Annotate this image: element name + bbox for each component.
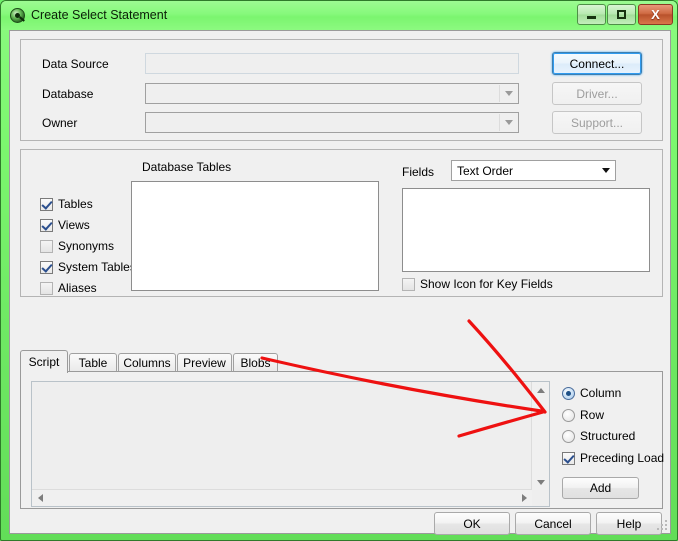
filter-label: Views [58,218,90,232]
checkbox-icon [40,197,53,211]
title-bar: Create Select Statement X [1,1,677,30]
filter-checkbox-aliases[interactable]: Aliases [40,281,97,295]
fields-order-combo[interactable]: Text Order [451,160,616,181]
chevron-down-icon[interactable] [499,85,517,102]
database-tables-label: Database Tables [142,160,232,174]
script-horizontal-scrollbar[interactable] [32,489,532,506]
filter-checkbox-synonyms[interactable]: Synonyms [40,239,114,253]
chevron-down-icon[interactable] [499,114,517,131]
database-tables-list[interactable] [131,181,379,291]
cancel-button[interactable]: Cancel [515,512,591,535]
checkbox-icon [40,218,53,232]
close-icon: X [651,7,660,22]
scroll-left-icon[interactable] [32,490,48,505]
script-editor[interactable] [31,381,550,507]
mode-label: Row [580,408,605,422]
filter-checkbox-views[interactable]: Views [40,218,90,232]
checkbox-icon [40,239,53,253]
data-source-input[interactable] [145,53,519,74]
maximize-button[interactable] [607,4,636,25]
tab-table[interactable]: Table [69,353,117,372]
objects-group: Database Tables Tables Views Synonyms Sy… [20,149,663,297]
show-icon-key-fields-label: Show Icon for Key Fields [420,277,553,291]
tab-script[interactable]: Script [20,350,68,373]
filter-label: Tables [58,197,93,211]
dialog-window: Create Select Statement X Data Source Da… [0,0,678,541]
connect-button[interactable]: Connect... [552,52,642,75]
database-label: Database [42,87,94,101]
close-button[interactable]: X [638,4,673,25]
checkbox-icon [40,281,53,295]
database-combo[interactable] [145,83,519,104]
fields-list[interactable] [402,188,650,272]
qlikview-circle-icon [10,8,25,23]
fields-order-value: Text Order [457,164,514,178]
filter-checkbox-system-tables[interactable]: System Tables [40,260,136,274]
radio-icon [562,408,575,422]
mode-radio-row[interactable]: Row [562,408,604,422]
mode-label: Structured [580,429,636,443]
help-button[interactable]: Help [596,512,662,535]
owner-label: Owner [42,116,78,130]
preceding-load-checkbox[interactable]: Preceding Load [562,451,664,465]
script-vertical-scrollbar[interactable] [531,382,549,490]
ok-button[interactable]: OK [434,512,510,535]
add-button[interactable]: Add [562,477,639,499]
show-icon-key-fields-checkbox[interactable]: Show Icon for Key Fields [402,277,553,291]
owner-combo[interactable] [145,112,519,133]
tab-blobs[interactable]: Blobs [233,353,278,372]
minimize-icon [578,5,605,24]
filter-checkbox-tables[interactable]: Tables [40,197,93,211]
connection-group: Data Source Database Owner Connect... Dr… [20,39,663,141]
maximize-icon [608,5,635,24]
radio-icon [562,386,575,400]
scroll-up-icon[interactable] [532,382,549,398]
preceding-load-label: Preceding Load [580,451,665,465]
resize-grip[interactable] [654,517,667,530]
mode-radio-structured[interactable]: Structured [562,429,635,443]
driver-button[interactable]: Driver... [552,82,642,105]
data-source-label: Data Source [42,57,109,71]
minimize-button[interactable] [577,4,606,25]
chevron-down-icon[interactable] [597,162,614,179]
filter-label: Synonyms [58,239,115,253]
filter-label: Aliases [58,281,97,295]
tab-columns[interactable]: Columns [118,353,176,372]
radio-icon [562,429,575,443]
fields-label: Fields [402,165,435,179]
checkbox-icon [40,260,53,274]
dialog-client-area: Data Source Database Owner Connect... Dr… [9,30,671,535]
tab-panel-script: Column Row Structured Preceding Load Add [20,371,664,509]
checkbox-icon [402,277,415,291]
scroll-down-icon[interactable] [532,474,549,490]
checkbox-icon [562,451,575,465]
script-text [34,384,529,488]
mode-label: Column [580,386,622,400]
scroll-right-icon[interactable] [516,490,532,505]
filter-label: System Tables [58,260,136,274]
tab-preview[interactable]: Preview [177,353,232,372]
mode-radio-column[interactable]: Column [562,386,621,400]
support-button[interactable]: Support... [552,111,642,134]
window-title: Create Select Statement [31,8,168,22]
tab-strip: Script Table Columns Preview Blobs [20,350,663,373]
